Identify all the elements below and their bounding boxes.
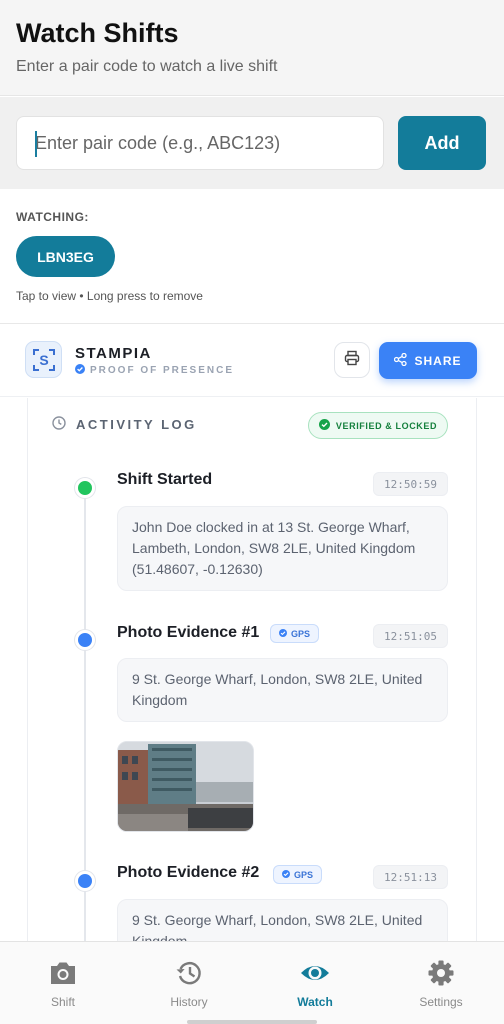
- svg-text:S: S: [39, 352, 48, 368]
- text-caret: [35, 131, 37, 157]
- entry-time: 12:50:59: [373, 472, 448, 496]
- gps-label: GPS: [291, 628, 311, 639]
- entry-body: 9 St. George Wharf, London, SW8 2LE, Uni…: [117, 658, 448, 722]
- nav-item-settings[interactable]: Settings: [378, 942, 504, 1024]
- home-indicator: [187, 1020, 317, 1024]
- camera-icon: [49, 960, 77, 989]
- nav-label-history: History: [170, 995, 208, 1009]
- pair-code-row: Add: [0, 97, 504, 189]
- nav-item-watch[interactable]: Watch: [252, 942, 378, 1024]
- watched-shift-chip[interactable]: LBN3EG: [16, 236, 115, 277]
- entry-time: 12:51:13: [373, 865, 448, 889]
- brand-name: STAMPIA: [75, 345, 152, 362]
- report-brand-bar: S STAMPIA PROOF OF PRESENCE SHARE: [0, 324, 504, 397]
- share-button[interactable]: SHARE: [379, 342, 477, 379]
- verified-locked-badge: VERIFIED & LOCKED: [308, 412, 448, 439]
- gps-badge: GPS: [270, 624, 320, 643]
- gps-check-icon: [282, 869, 290, 880]
- page-header: Watch Shifts Enter a pair code to watch …: [0, 0, 504, 96]
- timeline-dot-photo: [75, 871, 95, 891]
- share-icon: [394, 352, 408, 369]
- gps-label: GPS: [294, 869, 314, 880]
- page-title: Watch Shifts: [16, 18, 179, 48]
- nav-label-watch: Watch: [297, 995, 333, 1009]
- activity-log-title: ACTIVITY LOG: [76, 417, 197, 432]
- entry-title: Photo Evidence #1: [117, 624, 260, 641]
- entry-title: Shift Started: [117, 471, 213, 488]
- gps-badge: GPS: [273, 865, 323, 884]
- print-button[interactable]: [334, 342, 370, 378]
- entry-body: John Doe clocked in at 13 St. George Wha…: [117, 506, 448, 591]
- eye-icon: [300, 960, 330, 989]
- clock-icon: [52, 416, 66, 433]
- watching-hint: Tap to view • Long press to remove: [16, 289, 203, 303]
- activity-log-header: ACTIVITY LOG: [52, 416, 197, 433]
- check-circle-icon: [318, 419, 330, 432]
- timeline-dot-start: [75, 478, 95, 498]
- brand-tagline: PROOF OF PRESENCE: [75, 364, 234, 377]
- nav-label-settings: Settings: [419, 995, 463, 1009]
- share-label: SHARE: [414, 353, 462, 368]
- nav-item-history[interactable]: History: [126, 942, 252, 1024]
- gear-icon: [427, 960, 455, 989]
- photo-evidence-thumbnail[interactable]: [117, 741, 254, 832]
- watching-label: WATCHING:: [16, 210, 89, 224]
- gps-check-icon: [279, 628, 287, 639]
- timeline-dot-photo: [75, 630, 95, 650]
- photo-thumbnail-image: [118, 742, 253, 831]
- scan-s-icon: S: [25, 341, 62, 378]
- entry-title: Photo Evidence #2: [117, 864, 260, 881]
- nav-label-shift: Shift: [50, 995, 75, 1009]
- pair-code-input[interactable]: [16, 116, 384, 170]
- printer-icon: [344, 350, 360, 371]
- bottom-navigation: Shift History Watch Settings: [0, 941, 504, 1024]
- verified-check-icon: [75, 364, 85, 377]
- nav-item-shift[interactable]: Shift: [0, 942, 126, 1024]
- page-subtitle: Enter a pair code to watch a live shift: [16, 58, 278, 75]
- history-icon: [175, 960, 203, 989]
- brand-tagline-text: PROOF OF PRESENCE: [90, 365, 235, 376]
- verified-label: VERIFIED & LOCKED: [335, 420, 438, 431]
- entry-time: 12:51:05: [373, 624, 448, 648]
- add-button[interactable]: Add: [398, 116, 486, 170]
